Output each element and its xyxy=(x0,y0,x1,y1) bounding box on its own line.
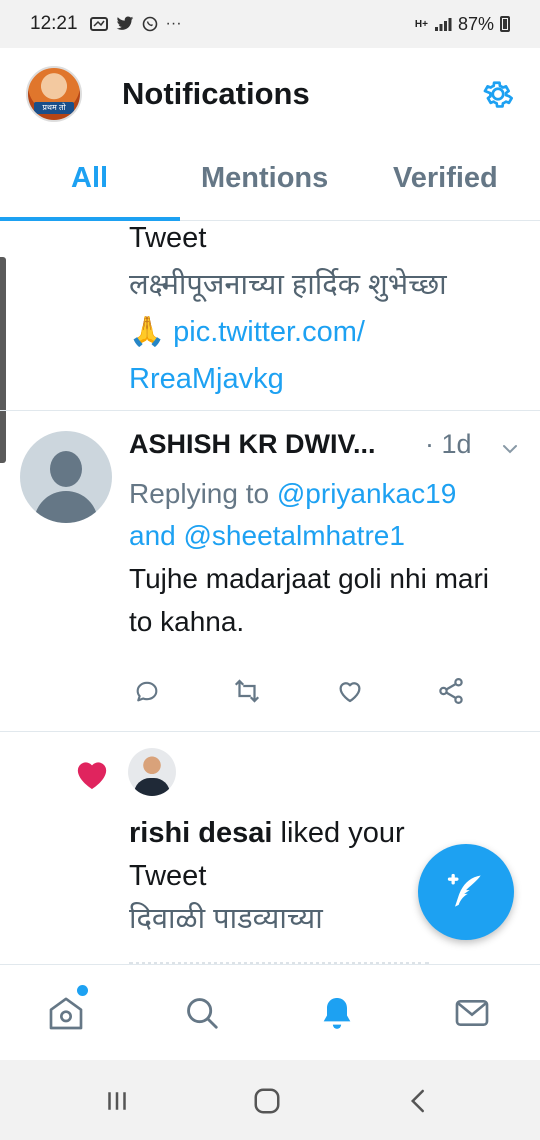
nav-search-button[interactable] xyxy=(180,991,224,1035)
status-bar: 12:21 ··· H+ 87% xyxy=(0,0,540,48)
tab-all[interactable]: All xyxy=(71,162,108,195)
new-content-dot xyxy=(77,985,88,996)
replying-to: Replying to @priyankac19 and @sheetalmha… xyxy=(129,478,457,551)
mention-link[interactable]: @sheetalmhatre1 xyxy=(184,520,405,551)
retweet-icon xyxy=(234,679,260,703)
network-type: H+ xyxy=(414,18,428,30)
recents-button[interactable] xyxy=(100,1084,134,1118)
back-chevron-icon xyxy=(410,1089,424,1113)
tweet-link[interactable]: pic.twitter.com/ xyxy=(173,316,365,348)
system-nav-bar xyxy=(0,1060,540,1140)
tweet-snippet: लक्ष्मीपूजनाच्या हार्दिक शुभेच्छा xyxy=(129,269,447,301)
signal-icon xyxy=(434,18,452,31)
liker-name[interactable]: rishi desai xyxy=(129,817,272,849)
compose-tweet-button[interactable] xyxy=(418,844,514,940)
recents-icon xyxy=(108,1092,126,1110)
notification-item[interactable]: Tweet लक्ष्मीपूजनाच्या हार्दिक शुभेच्छा … xyxy=(0,221,540,411)
page-title: Notifications xyxy=(122,76,310,111)
reply-button[interactable] xyxy=(129,673,165,709)
avatar[interactable] xyxy=(20,431,112,523)
gear-icon xyxy=(483,81,513,108)
notification-icon xyxy=(89,17,108,31)
tweet-time: · 1d xyxy=(425,429,472,459)
like-message: rishi desai liked your Tweet दिवाळी पाडव… xyxy=(129,817,405,935)
tweet-text: Tujhe madarjaat goli nhi mari to kahna. xyxy=(129,563,490,637)
share-icon xyxy=(439,678,463,704)
tweet-menu-button[interactable] xyxy=(498,437,522,461)
profile-avatar[interactable]: प्रथम तो xyxy=(26,66,82,122)
tweet-link-continued[interactable]: RreaMjavkg xyxy=(129,356,447,403)
reply-icon xyxy=(136,681,158,702)
bell-icon xyxy=(323,998,351,1029)
like-button[interactable] xyxy=(332,673,368,709)
settings-button[interactable] xyxy=(478,74,518,114)
search-icon xyxy=(187,998,218,1029)
mention-link[interactable]: @priyankac19 xyxy=(277,478,456,509)
back-button[interactable] xyxy=(402,1084,436,1118)
tab-verified[interactable]: Verified xyxy=(393,162,498,195)
heart-icon xyxy=(77,762,107,789)
retweet-button[interactable] xyxy=(229,673,265,709)
author-name[interactable]: ASHISH KR DWIV... xyxy=(129,429,376,460)
envelope-icon xyxy=(455,1000,489,1026)
tweet-snippet: दिवाळी पाडव्याच्या xyxy=(129,903,323,935)
home-circle-icon xyxy=(254,1088,280,1114)
nav-home-button[interactable] xyxy=(44,985,88,1035)
heart-outline-icon xyxy=(339,682,361,703)
twitter-icon xyxy=(116,16,133,30)
more-dots-icon: ··· xyxy=(165,15,182,32)
notification-line: Tweet xyxy=(129,222,207,254)
chevron-down-icon xyxy=(503,445,517,454)
battery-percent: 87% xyxy=(457,13,494,34)
tweet-actions xyxy=(129,673,479,709)
header: प्रथम तो Notifications xyxy=(0,48,540,140)
system-home-button[interactable] xyxy=(250,1084,284,1118)
nav-notifications-button[interactable] xyxy=(315,991,359,1035)
tab-mentions[interactable]: Mentions xyxy=(201,162,328,195)
home-icon xyxy=(49,997,83,1030)
emoji: 🙏 xyxy=(129,316,166,348)
compose-feather-icon xyxy=(447,873,481,907)
and-word: and xyxy=(129,520,176,551)
avatar[interactable] xyxy=(128,748,176,796)
reply-tweet[interactable]: ASHISH KR DWIV... · 1d Replying to @priy… xyxy=(0,411,540,732)
status-time: 12:21 xyxy=(30,13,78,34)
share-button[interactable] xyxy=(433,673,469,709)
tab-bar: All Mentions Verified xyxy=(0,140,540,221)
avatar-label: प्रथम तो xyxy=(34,102,74,114)
bottom-nav xyxy=(0,964,540,1060)
whatsapp-icon xyxy=(142,16,157,32)
battery-icon xyxy=(500,16,510,32)
nav-messages-button[interactable] xyxy=(450,991,494,1035)
